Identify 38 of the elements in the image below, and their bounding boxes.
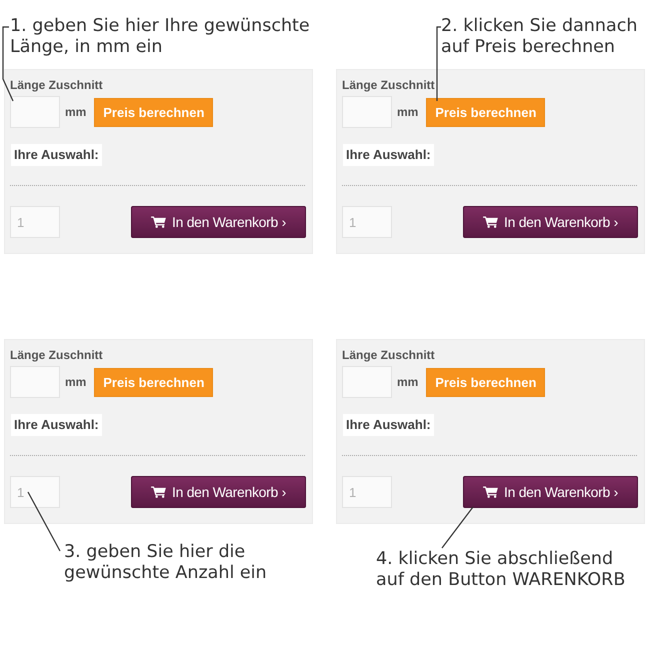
add-to-cart-button[interactable]: In den Warenkorb › (131, 476, 306, 508)
instruction-caption: 2. klicken Sie dannach auf Preis berechnen (441, 16, 638, 58)
length-input[interactable] (342, 366, 392, 398)
instruction-caption: 1. geben Sie hier Ihre gewünschte Länge, in mm ein (10, 16, 310, 58)
add-to-cart-button[interactable]: In den Warenkorb › (463, 476, 638, 508)
quantity-input[interactable]: 1 (10, 206, 60, 238)
quantity-input[interactable]: 1 (342, 476, 392, 508)
instruction-caption: 3. geben Sie hier die gewünschte Anzahl ein (64, 542, 267, 584)
calculate-price-button[interactable]: Preis berechnen (94, 368, 214, 396)
unit-label: mm (65, 105, 86, 119)
instruction-caption: 4. klicken Sie abschließend auf den Button WARENKORB (376, 549, 626, 591)
length-input[interactable] (10, 366, 60, 398)
length-input[interactable] (342, 96, 392, 128)
leader-line (27, 492, 61, 552)
cart-icon (151, 216, 166, 228)
leader-line (442, 506, 474, 548)
quantity-input[interactable]: 1 (10, 476, 60, 508)
cart-icon (483, 486, 498, 498)
length-label: Länge Zuschnitt (342, 347, 435, 363)
length-label: Länge Zuschnitt (10, 77, 103, 93)
calculate-price-button[interactable]: Preis berechnen (426, 98, 546, 126)
unit-label: mm (397, 375, 418, 389)
calculate-price-button[interactable]: Preis berechnen (94, 98, 214, 126)
cart-icon (483, 216, 498, 228)
selection-label: Ihre Auswahl: (11, 414, 102, 436)
calculate-price-button[interactable]: Preis berechnen (426, 368, 546, 396)
selection-label: Ihre Auswahl: (11, 144, 102, 166)
add-to-cart-button[interactable]: In den Warenkorb › (131, 206, 306, 238)
unit-label: mm (397, 105, 418, 119)
selection-label: Ihre Auswahl: (343, 144, 434, 166)
length-label: Länge Zuschnitt (342, 77, 435, 93)
quantity-input[interactable]: 1 (342, 206, 392, 238)
selection-label: Ihre Auswahl: (343, 414, 434, 436)
length-input[interactable] (10, 96, 60, 128)
unit-label: mm (65, 375, 86, 389)
cart-icon (151, 486, 166, 498)
add-to-cart-button[interactable]: In den Warenkorb › (463, 206, 638, 238)
length-label: Länge Zuschnitt (10, 347, 103, 363)
